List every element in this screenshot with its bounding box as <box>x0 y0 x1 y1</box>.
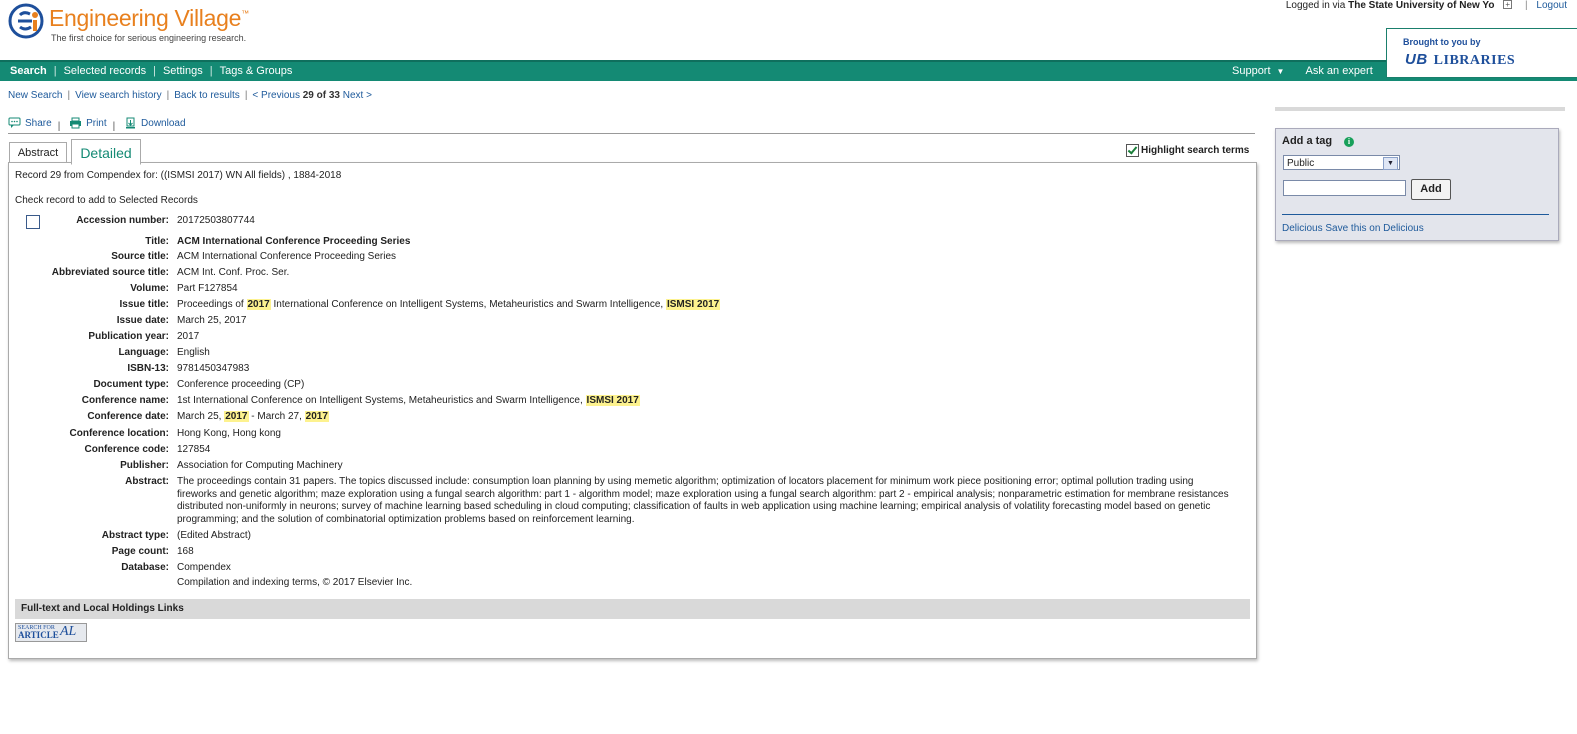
library-logo: UB LIBRARIES <box>1405 51 1516 68</box>
delicious-links: Delicious Save this on Delicious <box>1282 223 1424 234</box>
search-term-highlight: ISMSI 2017 <box>665 299 721 310</box>
search-for-article-button[interactable]: SEARCH FOR ARTICLE AL <box>15 623 87 642</box>
info-icon[interactable]: i <box>1344 137 1354 147</box>
highlight-search-terms-toggle[interactable]: Highlight search terms <box>1126 144 1249 157</box>
divider <box>8 107 1275 111</box>
nav-support[interactable]: Support ▼ <box>1232 65 1284 77</box>
previous-record-link[interactable]: < Previous <box>252 90 300 101</box>
logo-title: Engineering Village™ <box>49 5 249 31</box>
print-icon <box>70 117 82 129</box>
engineering-village-logo-icon <box>8 3 44 39</box>
divider <box>1275 107 1565 111</box>
fulltext-links-header: Full-text and Local Holdings Links <box>15 599 1250 619</box>
expand-icon[interactable]: + <box>1503 0 1513 9</box>
share-icon <box>8 117 21 128</box>
back-to-results-link[interactable]: Back to results <box>174 90 240 101</box>
add-tag-panel: Add a tag i Public ▼ Add Delicious Save … <box>1275 128 1559 241</box>
save-delicious-link[interactable]: Save this on Delicious <box>1325 223 1423 234</box>
login-status: Logged in via The State University of Ne… <box>1285 0 1567 11</box>
share-button[interactable]: Share <box>8 117 52 129</box>
tag-input[interactable] <box>1283 180 1406 196</box>
download-icon <box>126 117 136 129</box>
search-term-highlight: ISMSI 2017 <box>585 395 640 406</box>
tab-abstract[interactable]: Abstract <box>9 142 67 163</box>
library-branding[interactable]: Brought to you by UB LIBRARIES <box>1386 28 1577 78</box>
nav-selected-records[interactable]: Selected records <box>64 65 147 77</box>
record-source-info: Record 29 from Compendex for: ((ISMSI 20… <box>15 170 342 181</box>
conference-code-link[interactable]: 127854 <box>177 444 1237 457</box>
chevron-down-icon: ▼ <box>1276 67 1285 76</box>
search-history-link[interactable]: View search history <box>75 90 162 101</box>
add-tag-button[interactable]: Add <box>1411 179 1451 200</box>
search-term-highlight: 2017 <box>224 411 249 422</box>
logout-link[interactable]: Logout <box>1536 0 1567 11</box>
highlight-checkbox[interactable] <box>1126 144 1139 157</box>
record-detail-panel: Record 29 from Compendex for: ((ISMSI 20… <box>8 162 1257 659</box>
main-nav: Search | Selected records | Settings | Tags & … <box>0 60 1577 81</box>
tab-detailed[interactable]: Detailed <box>71 139 141 165</box>
download-button[interactable]: Download <box>124 117 186 129</box>
nav-ask-expert[interactable]: Ask an expert <box>1306 65 1373 77</box>
record-actions: Share | Print | Download <box>8 117 192 132</box>
divider <box>8 133 1255 134</box>
nav-settings[interactable]: Settings <box>163 65 203 77</box>
search-term-highlight: 2017 <box>246 299 271 310</box>
next-record-link[interactable]: Next > <box>343 90 372 101</box>
select-record-note: Check record to add to Selected Records <box>15 195 198 206</box>
nav-tags-groups[interactable]: Tags & Groups <box>220 65 293 77</box>
logo-tagline: The first choice for serious engineering… <box>51 33 247 43</box>
brought-by-label: Brought to you by <box>1403 37 1481 47</box>
search-term-highlight: 2017 <box>304 411 329 422</box>
divider <box>1282 214 1549 215</box>
chevron-down-icon: ▼ <box>1383 157 1398 170</box>
article-linker-icon: AL <box>60 624 77 639</box>
institution-name: The State University of New Yo <box>1348 0 1495 11</box>
tag-visibility-select[interactable]: Public ▼ <box>1283 155 1400 170</box>
isbn-link[interactable]: 9781450347983 <box>177 363 1237 376</box>
record-position: 29 of 33 <box>302 90 340 101</box>
print-button[interactable]: Print <box>69 117 107 129</box>
delicious-link[interactable]: Delicious <box>1282 223 1323 234</box>
breadcrumb: New Search | View search history | Back to r… <box>8 90 372 101</box>
new-search-link[interactable]: New Search <box>8 90 62 101</box>
nav-search[interactable]: Search <box>10 65 47 77</box>
add-tag-title: Add a tag <box>1282 135 1333 147</box>
